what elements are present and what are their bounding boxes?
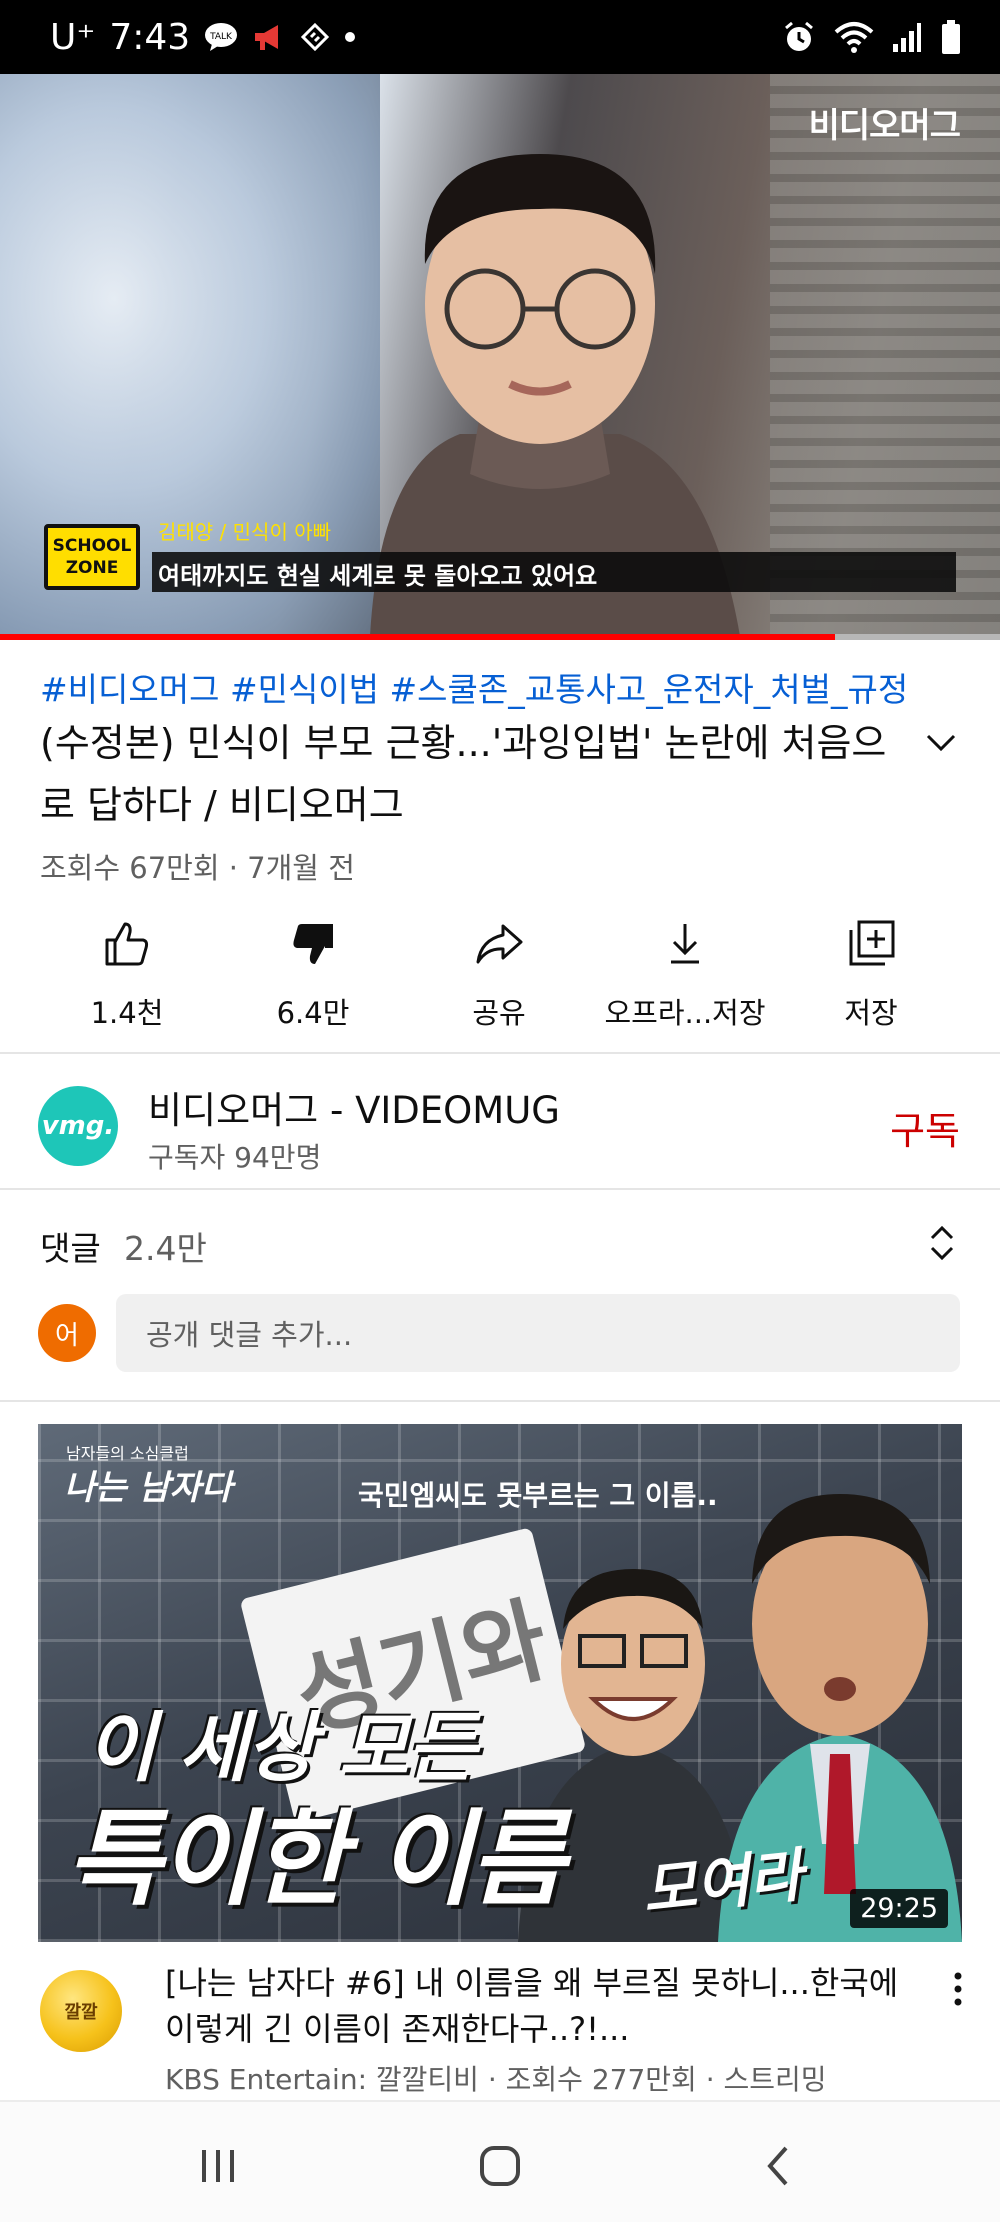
thumbnail-headline-2: 특이한 이름 — [66, 1798, 566, 1920]
status-bar: U⁺ 7:43 TALK — [0, 0, 1000, 74]
thumbnail-logo: 나는 남자다 — [64, 1468, 233, 1508]
caption-speaker-name: 김태양 / 민식이 아빠 — [158, 520, 332, 544]
subscribe-button[interactable]: 구독 — [890, 1100, 960, 1155]
playlist-add-icon — [849, 920, 895, 966]
more-options-icon[interactable] — [946, 1966, 970, 2012]
action-row: 1.4천 6.4만 공유 오프라...저장 저장 — [0, 910, 1000, 1040]
divider — [0, 1052, 1000, 1054]
system-nav-bar — [0, 2100, 1000, 2222]
recent-apps-icon[interactable] — [188, 2136, 248, 2196]
wifi-icon — [834, 22, 874, 53]
dislike-count: 6.4만 — [276, 996, 350, 1030]
back-icon[interactable] — [750, 2136, 810, 2196]
status-right — [782, 14, 962, 60]
channel-name[interactable]: 비디오머그 - VIDEOMUG — [148, 1080, 560, 1134]
thumbs-up-icon — [105, 922, 149, 966]
divider — [0, 1188, 1000, 1190]
school-zone-line2: ZONE — [65, 558, 119, 578]
status-left: U⁺ 7:43 TALK — [50, 14, 356, 60]
channel-watermark: 비디오머그 — [808, 106, 961, 146]
share-icon — [476, 924, 523, 964]
thumbs-down-icon — [293, 924, 333, 964]
video-player[interactable]: 비디오머그 SCHOOL ZONE 김태양 / 민식이 아빠 여태까지도 현실 … — [0, 74, 1000, 636]
home-icon[interactable] — [470, 2136, 530, 2196]
offline-save-label: 오프라...저장 — [604, 996, 766, 1030]
dot-icon — [345, 32, 356, 42]
hashtags[interactable]: #비디오머그 #민식이법 #스쿨존_교통사고_운전자_처벌_규정 — [40, 663, 908, 711]
chevron-down-icon[interactable] — [916, 718, 966, 768]
divider — [0, 1400, 1000, 1402]
progress-fill — [0, 634, 835, 640]
download-icon — [671, 924, 699, 964]
comment-input[interactable]: 공개 댓글 추가... — [116, 1294, 960, 1372]
view-count: 조회수 67만회 · 7개월 전 — [40, 851, 355, 885]
video-title[interactable]: (수정본) 민식이 부모 근황...'과잉입법' 논란에 처음으로 답하다 / … — [40, 712, 900, 836]
next-video-title[interactable]: [나는 남자다 #6] 내 이름을 왜 부르질 못하니...한국에 이렇게 긴 … — [165, 1960, 925, 2052]
next-video-thumbnail[interactable]: 성기와 남자들의 소심클럽 나는 남자다 국민엠씨도 못부르는 그 이름.. 이… — [38, 1424, 962, 1942]
channel-avatar[interactable]: vmg. — [38, 1086, 118, 1166]
thumbnail-headline-3: 모여라 — [639, 1840, 806, 1926]
user-avatar: 어 — [38, 1304, 96, 1362]
school-zone-line1: SCHOOL — [52, 536, 132, 556]
offline-save-button[interactable]: 오프라...저장 — [590, 910, 780, 1040]
caption-text: 여태까지도 현실 세계로 못 돌아오고 있어요 — [158, 562, 598, 590]
subscriber-count: 구독자 94만명 — [148, 1141, 322, 1174]
svg-text:TALK: TALK — [209, 32, 233, 42]
like-count: 1.4천 — [90, 996, 164, 1030]
dislike-button[interactable]: 6.4만 — [218, 910, 408, 1040]
share-button[interactable]: 공유 — [404, 910, 594, 1040]
comments-title[interactable]: 댓글 — [40, 1222, 101, 1270]
comments-count: 2.4만 — [124, 1229, 207, 1268]
save-label: 저장 — [844, 996, 898, 1030]
thumbnail-caption: 국민엠씨도 못부르는 그 이름.. — [358, 1479, 718, 1512]
save-button[interactable]: 저장 — [776, 910, 966, 1040]
battery-icon — [942, 20, 960, 54]
megaphone-icon — [255, 25, 279, 50]
signal-icon — [893, 23, 921, 52]
talk-icon: TALK — [205, 23, 238, 51]
school-zone-badge: SCHOOL ZONE — [44, 524, 140, 590]
progress-bar[interactable] — [0, 634, 1000, 640]
duration-badge: 29:25 — [850, 1889, 948, 1928]
like-button[interactable]: 1.4천 — [32, 910, 222, 1040]
alarm-icon — [785, 21, 813, 51]
next-video-channel-avatar[interactable]: 깔깔 — [40, 1970, 122, 2052]
clock: 7:43 — [109, 16, 191, 58]
next-video-meta: KBS Entertain: 깔깔티비 · 조회수 277만회 · 스트리밍 — [165, 2063, 827, 2096]
expand-comments-icon[interactable] — [924, 1220, 960, 1266]
share-label: 공유 — [472, 996, 526, 1030]
network-icon — [301, 22, 330, 52]
carrier-label: U⁺ — [50, 16, 96, 58]
